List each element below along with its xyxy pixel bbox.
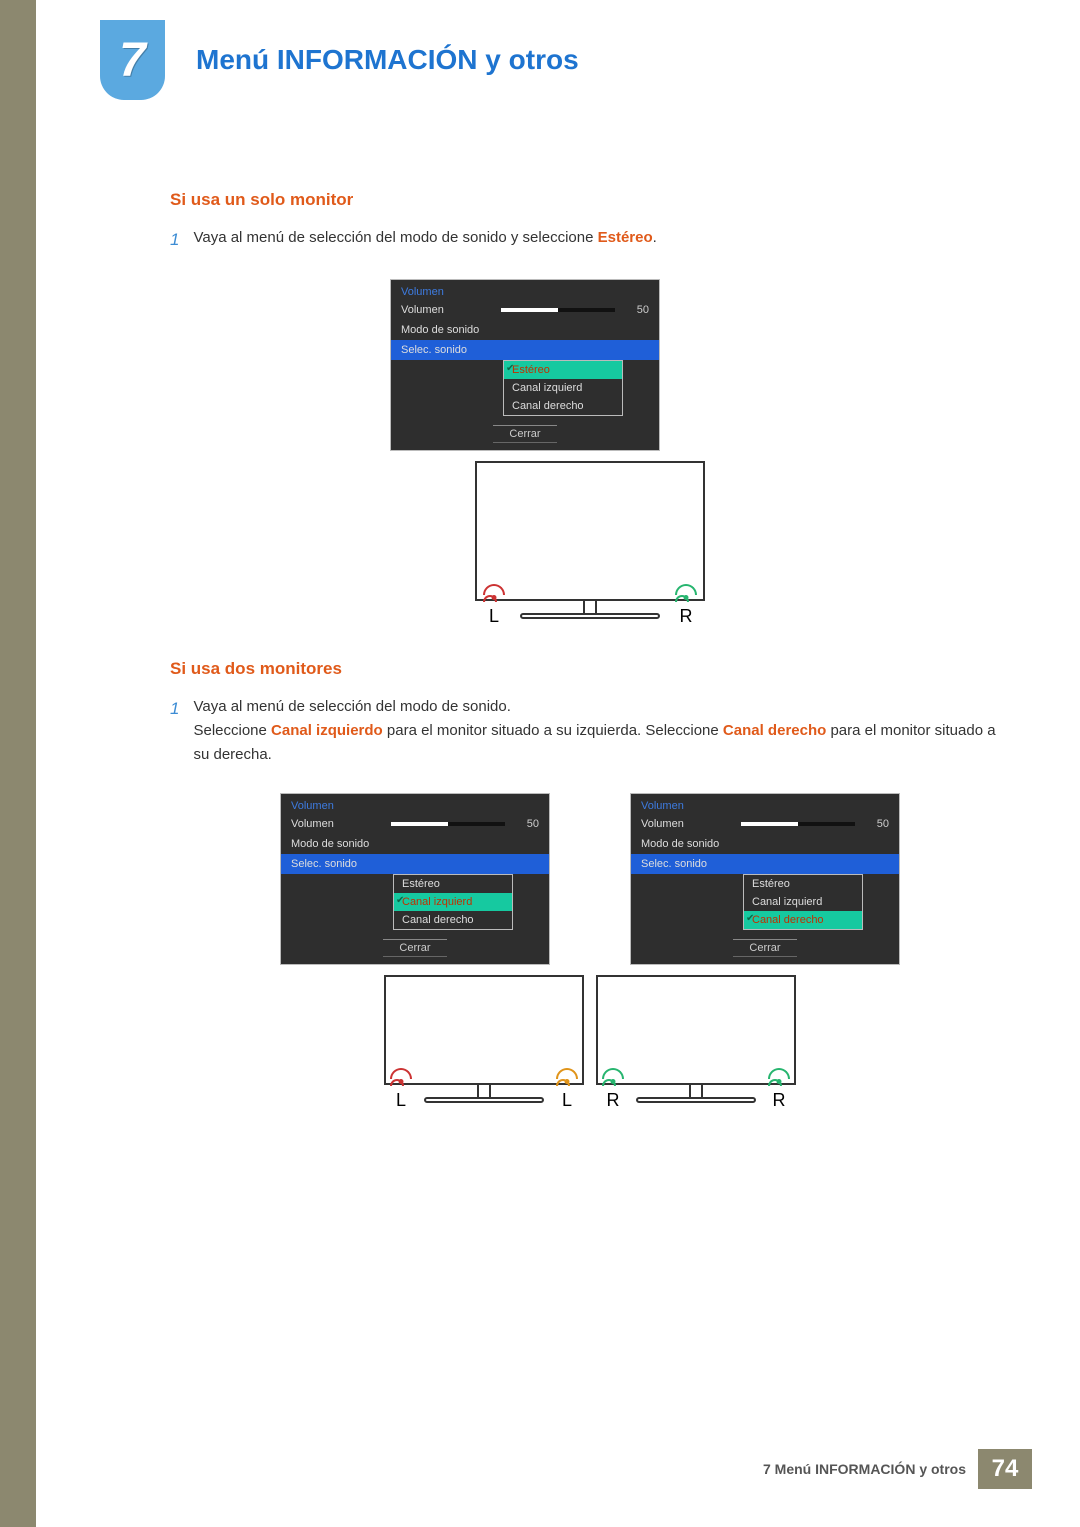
speaker-icon	[675, 584, 697, 604]
osd-single: Volumen Volumen 50 Modo de sonido Selec.…	[390, 279, 1010, 451]
speaker-icon	[556, 1068, 578, 1088]
osd-option-stereo[interactable]: Estéreo	[504, 361, 622, 379]
volume-value: 50	[623, 304, 649, 316]
volume-slider[interactable]	[391, 822, 505, 826]
speaker-icon	[483, 584, 505, 604]
monitor-screen	[596, 975, 796, 1085]
osd-row-select[interactable]: Selec. sonido	[631, 854, 899, 874]
osd-close-button[interactable]: Cerrar	[493, 425, 556, 443]
step-single: 1 Vaya al menú de selección del modo de …	[170, 226, 1010, 253]
chapter-tab: 7	[100, 20, 165, 100]
highlight-right: Canal derecho	[723, 722, 826, 739]
highlight-left: Canal izquierdo	[271, 722, 383, 739]
osd-panel: Volumen Volumen 50 Modo de sonido Selec.…	[390, 279, 660, 451]
osd-row-mode[interactable]: Modo de sonido	[631, 834, 899, 854]
osd-option-left[interactable]: Canal izquierd	[744, 893, 862, 911]
chapter-title: Menú INFORMACIÓN y otros	[196, 44, 579, 76]
osd-row-select[interactable]: Selec. sonido	[391, 340, 659, 360]
osd-popup: Estéreo Canal izquierd Canal derecho	[503, 360, 623, 416]
osd-panel-right: Volumen Volumen 50 Modo de sonido Selec.…	[630, 793, 900, 965]
channel-label-l: L	[483, 606, 505, 627]
osd-option-right[interactable]: Canal derecho	[504, 397, 622, 415]
osd-option-right[interactable]: Canal derecho	[394, 911, 512, 929]
channel-label-r: R	[675, 606, 697, 627]
highlight-estereo: Estéreo	[598, 229, 653, 246]
osd-panel-left: Volumen Volumen 50 Modo de sonido Selec.…	[280, 793, 550, 965]
volume-slider[interactable]	[501, 308, 615, 312]
step-text: Vaya al menú de selección del modo de so…	[193, 695, 1010, 767]
osd-option-stereo[interactable]: Estéreo	[394, 875, 512, 893]
step-dual: 1 Vaya al menú de selección del modo de …	[170, 695, 1010, 767]
speaker-icon	[390, 1068, 412, 1088]
single-monitor-diagram: L R	[170, 461, 1010, 619]
osd-option-right[interactable]: Canal derecho	[744, 911, 862, 929]
side-stripe	[0, 0, 36, 1527]
page-content: Si usa un solo monitor 1 Vaya al menú de…	[170, 190, 1010, 1143]
volume-slider[interactable]	[741, 822, 855, 826]
speaker-icon	[768, 1068, 790, 1088]
footer-text: 7 Menú INFORMACIÓN y otros	[763, 1461, 978, 1477]
osd-title: Volumen	[391, 280, 659, 300]
chapter-number: 7	[119, 33, 146, 88]
footer-page-number: 74	[978, 1449, 1032, 1489]
osd-close-row: Cerrar	[391, 420, 659, 450]
dual-osd-row: Volumen Volumen 50 Modo de sonido Selec.…	[170, 793, 1010, 965]
osd-row-mode[interactable]: Modo de sonido	[391, 320, 659, 340]
heading-single-monitor: Si usa un solo monitor	[170, 190, 1010, 210]
osd-option-left[interactable]: Canal izquierd	[394, 893, 512, 911]
dual-monitor-diagram: L L R R	[170, 975, 1010, 1103]
osd-row-mode[interactable]: Modo de sonido	[281, 834, 549, 854]
monitor-screen	[475, 461, 705, 601]
heading-dual-monitor: Si usa dos monitores	[170, 659, 1010, 679]
speaker-icon	[602, 1068, 624, 1088]
footer: 7 Menú INFORMACIÓN y otros 74	[763, 1449, 1032, 1489]
step-number: 1	[170, 226, 179, 253]
osd-option-left[interactable]: Canal izquierd	[504, 379, 622, 397]
step-text: Vaya al menú de selección del modo de so…	[193, 226, 656, 253]
osd-option-stereo[interactable]: Estéreo	[744, 875, 862, 893]
step-number: 1	[170, 695, 179, 767]
osd-close-button[interactable]: Cerrar	[733, 939, 796, 957]
osd-close-button[interactable]: Cerrar	[383, 939, 446, 957]
osd-row-select[interactable]: Selec. sonido	[281, 854, 549, 874]
osd-row-volume: Volumen 50	[391, 300, 659, 320]
monitor-screen	[384, 975, 584, 1085]
